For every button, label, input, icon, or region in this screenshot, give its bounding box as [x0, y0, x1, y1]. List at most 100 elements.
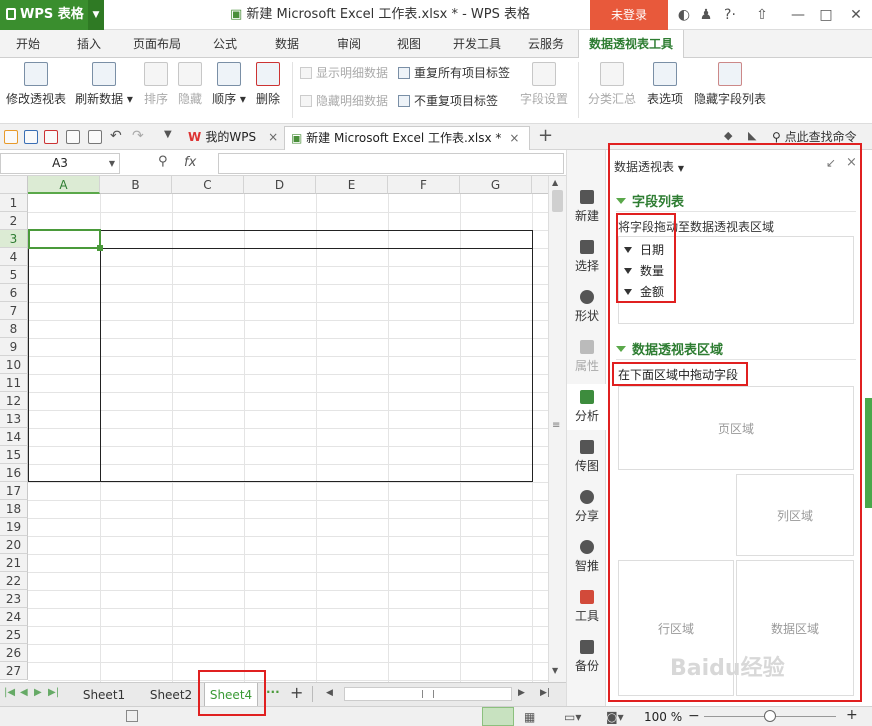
- wps-menu-button[interactable]: WPS 表格 ▼: [0, 0, 104, 30]
- skin-small-icon[interactable]: ◆: [724, 129, 732, 142]
- tab-formula[interactable]: 公式: [200, 30, 250, 58]
- chevron-down-icon[interactable]: ▼: [88, 0, 104, 30]
- name-box[interactable]: A3 ▼: [0, 153, 120, 174]
- close-icon[interactable]: ×: [509, 131, 519, 145]
- modify-pivot-button[interactable]: 修改透视表: [4, 62, 68, 107]
- last-sheet-icon[interactable]: ▶|: [48, 687, 59, 698]
- row-header[interactable]: 21: [0, 554, 28, 572]
- tab-my-wps[interactable]: W 我的WPS ×: [182, 126, 282, 150]
- sidebar-item-upload-image[interactable]: 传图: [567, 440, 607, 474]
- sort-button[interactable]: 排序: [140, 62, 172, 107]
- row-header[interactable]: 23: [0, 590, 28, 608]
- row-header[interactable]: 14: [0, 428, 28, 446]
- print-icon[interactable]: [66, 130, 80, 144]
- delete-button[interactable]: 删除: [252, 62, 284, 107]
- table-options-button[interactable]: 表选项: [642, 62, 688, 107]
- subtotal-button[interactable]: 分类汇总: [586, 62, 638, 107]
- scroll-thumb[interactable]: [552, 190, 563, 212]
- scroll-right-icon[interactable]: ▶: [518, 688, 525, 698]
- sidebar-item-analysis[interactable]: 分析: [567, 390, 607, 424]
- undo-icon[interactable]: ↶: [110, 128, 122, 144]
- pdf-icon[interactable]: [44, 130, 58, 144]
- column-header[interactable]: F: [388, 176, 460, 194]
- row-header[interactable]: 4: [0, 248, 28, 266]
- save-icon[interactable]: [24, 130, 38, 144]
- tab-developer[interactable]: 开发工具: [446, 30, 508, 58]
- tab-review[interactable]: 审阅: [324, 30, 374, 58]
- tab-insert[interactable]: 插入: [64, 30, 114, 58]
- tab-cloud[interactable]: 云服务: [518, 30, 574, 58]
- tab-document[interactable]: ▣ 新建 Microsoft Excel 工作表.xlsx * ×: [284, 126, 530, 150]
- maximize-button[interactable]: □: [814, 0, 838, 30]
- row-header[interactable]: 25: [0, 626, 28, 644]
- column-header[interactable]: G: [460, 176, 532, 194]
- column-header[interactable]: A: [28, 176, 100, 194]
- tab-page-layout[interactable]: 页面布局: [124, 30, 190, 58]
- eye-protect-icon[interactable]: ◙▾: [606, 710, 624, 724]
- add-sheet-icon[interactable]: +: [290, 683, 303, 702]
- pane-collapse-handle[interactable]: [865, 398, 872, 508]
- next-sheet-icon[interactable]: ▶: [34, 687, 42, 698]
- sheet-tab[interactable]: Sheet2: [140, 683, 202, 707]
- reading-mode-icon[interactable]: ▭▾: [564, 710, 581, 724]
- page-break-view-icon[interactable]: ▦: [524, 710, 535, 724]
- row-header[interactable]: 11: [0, 374, 28, 392]
- row-header[interactable]: 7: [0, 302, 28, 320]
- expand-icon[interactable]: ◣: [748, 129, 756, 142]
- first-sheet-icon[interactable]: |◀: [4, 687, 15, 698]
- row-header[interactable]: 27: [0, 662, 28, 680]
- close-button[interactable]: ✕: [844, 0, 868, 30]
- zoom-slider-thumb[interactable]: [764, 710, 776, 722]
- row-header[interactable]: 12: [0, 392, 28, 410]
- row-header[interactable]: 15: [0, 446, 28, 464]
- minimize-button[interactable]: —: [786, 0, 810, 30]
- repeat-labels-button[interactable]: 重复所有项目标签: [398, 64, 510, 82]
- tab-view[interactable]: 视图: [384, 30, 434, 58]
- spreadsheet-grid[interactable]: A B C D E F G 1 2 3 4 5 6 7 8 9 10 11 12…: [0, 176, 548, 682]
- row-header[interactable]: 18: [0, 500, 28, 518]
- row-header[interactable]: 17: [0, 482, 28, 500]
- fill-handle[interactable]: [97, 245, 103, 251]
- fx-icon[interactable]: fx: [184, 155, 196, 170]
- row-header[interactable]: 10: [0, 356, 28, 374]
- row-header[interactable]: 9: [0, 338, 28, 356]
- column-header[interactable]: [532, 176, 548, 194]
- zoom-cell-icon[interactable]: ⚲: [158, 154, 168, 169]
- sidebar-item-recommend[interactable]: 智推: [567, 540, 607, 574]
- row-header[interactable]: 8: [0, 320, 28, 338]
- tab-data[interactable]: 数据: [262, 30, 312, 58]
- row-header[interactable]: 1: [0, 194, 28, 212]
- row-header[interactable]: 6: [0, 284, 28, 302]
- zoom-out-icon[interactable]: −: [688, 708, 700, 724]
- field-settings-button[interactable]: 字段设置: [518, 62, 570, 107]
- zoom-in-icon[interactable]: +: [846, 707, 858, 723]
- sidebar-item-backup[interactable]: 备份: [567, 640, 607, 674]
- row-header[interactable]: 24: [0, 608, 28, 626]
- new-tab-icon[interactable]: +: [538, 125, 553, 146]
- column-header[interactable]: D: [244, 176, 316, 194]
- sidebar-item-new[interactable]: 新建: [567, 190, 607, 224]
- norepeat-labels-button[interactable]: 不重复项目标签: [398, 92, 498, 110]
- row-header[interactable]: 20: [0, 536, 28, 554]
- row-header[interactable]: 16: [0, 464, 28, 482]
- column-header[interactable]: B: [100, 176, 172, 194]
- row-header[interactable]: 5: [0, 266, 28, 284]
- row-header[interactable]: 26: [0, 644, 28, 662]
- more-sheets-icon[interactable]: ···: [266, 685, 280, 699]
- row-header[interactable]: 22: [0, 572, 28, 590]
- sidebar-item-shape[interactable]: 形状: [567, 290, 607, 324]
- refresh-data-button[interactable]: 刷新数据 ▾: [72, 62, 136, 107]
- chevron-down-icon[interactable]: ▼: [164, 129, 172, 140]
- row-header[interactable]: 2: [0, 212, 28, 230]
- row-header[interactable]: 19: [0, 518, 28, 536]
- scroll-left-icon[interactable]: ◀: [326, 688, 333, 698]
- sidebar-item-select[interactable]: 选择: [567, 240, 607, 274]
- formula-input[interactable]: [218, 153, 564, 174]
- open-folder-icon[interactable]: [4, 130, 18, 144]
- scroll-up-icon[interactable]: ▲: [552, 178, 558, 187]
- close-icon[interactable]: ×: [268, 130, 278, 144]
- column-header[interactable]: E: [316, 176, 388, 194]
- fullscreen-icon[interactable]: ⇧: [752, 0, 772, 30]
- hide-button[interactable]: 隐藏: [174, 62, 206, 107]
- shirt-icon[interactable]: ♟: [696, 0, 716, 30]
